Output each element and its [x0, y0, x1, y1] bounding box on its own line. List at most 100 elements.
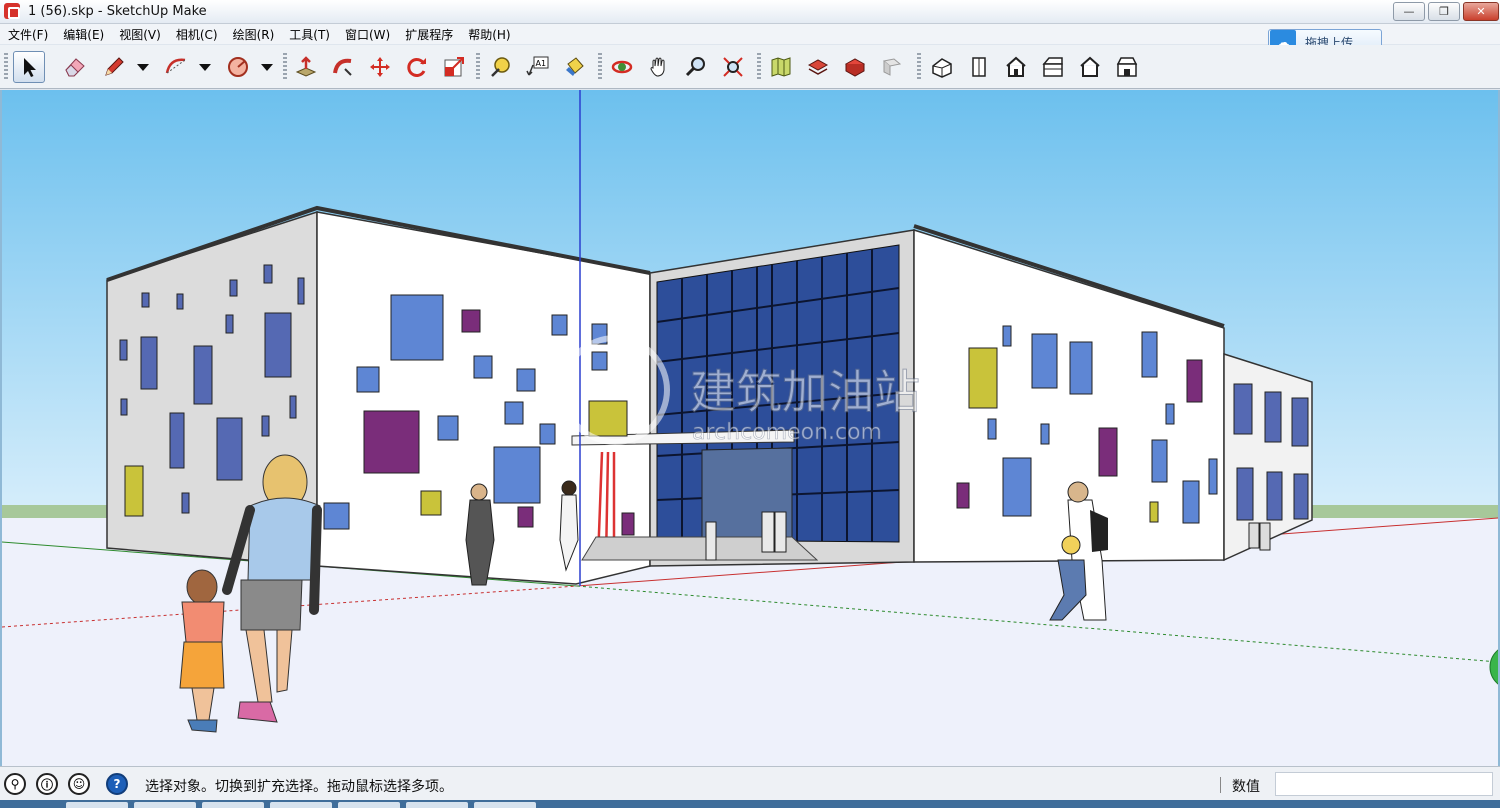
move-arrows-icon	[370, 57, 390, 77]
zoom-extents-icon	[723, 57, 743, 77]
status-bar: ⚲ ⓘ ☺ ? 选择对象。切换到扩充选择。拖动鼠标选择多项。 数值	[0, 766, 1500, 800]
measurements-label: 数值	[1232, 779, 1260, 795]
push-pull-icon	[295, 56, 317, 77]
extension-warehouse-button[interactable]	[839, 51, 871, 83]
toolbar-grip[interactable]	[476, 53, 480, 81]
menu-draw[interactable]: 绘图(R)	[233, 26, 275, 43]
maximize-button[interactable]: ❐	[1428, 2, 1460, 21]
magnifier-icon	[685, 57, 705, 77]
scale-icon	[444, 57, 464, 77]
tape-measure-tool-button[interactable]	[484, 51, 516, 83]
iso-view-button[interactable]	[926, 51, 958, 83]
taskbar-button[interactable]	[474, 802, 536, 808]
user-account-icon[interactable]: ☺	[68, 773, 90, 795]
scene-canvas[interactable]: 建筑加油站 archcomeon.com	[2, 90, 1498, 766]
warehouse-map-icon	[771, 57, 791, 77]
rotate-icon	[407, 58, 426, 77]
sketchup-app-icon	[4, 3, 20, 19]
toolbar-grip[interactable]	[4, 53, 8, 81]
follow-me-tool-button[interactable]	[327, 51, 359, 83]
line-tool-button[interactable]	[98, 51, 130, 83]
toolbar-grip[interactable]	[283, 53, 287, 81]
menu-tools[interactable]: 工具(T)	[289, 26, 330, 43]
help-icon[interactable]: ?	[106, 773, 128, 795]
paint-bucket-tool-button[interactable]	[559, 51, 591, 83]
toolbar-grip[interactable]	[757, 53, 761, 81]
select-tool-button[interactable]	[13, 51, 45, 83]
front-house-icon	[1006, 56, 1026, 77]
orbit-icon	[611, 60, 633, 74]
minimize-button[interactable]: —	[1393, 2, 1425, 21]
model-viewport[interactable]: 建筑加油站 archcomeon.com	[0, 90, 1500, 766]
pan-tool-button[interactable]	[643, 51, 675, 83]
taskbar-button[interactable]	[338, 802, 400, 808]
hand-pan-icon	[650, 57, 665, 77]
back-view-button[interactable]	[1074, 51, 1106, 83]
zoom-tool-button[interactable]	[680, 51, 712, 83]
iso-house-icon	[932, 58, 952, 78]
eraser-tool-button[interactable]	[59, 51, 91, 83]
zoom-extents-tool-button[interactable]	[717, 51, 749, 83]
os-taskbar	[0, 800, 1500, 808]
rotate-tool-button[interactable]	[401, 51, 433, 83]
move-tool-button[interactable]	[364, 51, 396, 83]
text-label-icon: A1	[526, 56, 549, 76]
menu-camera[interactable]: 相机(C)	[176, 26, 218, 43]
geolocation-icon[interactable]: ⚲	[4, 773, 26, 795]
taskbar-button[interactable]	[134, 802, 196, 808]
share-model-icon	[807, 59, 829, 75]
arc-tool-dropdown[interactable]	[198, 59, 212, 75]
front-view-button[interactable]	[1000, 51, 1032, 83]
eraser-icon	[65, 58, 85, 77]
orbit-tool-button[interactable]	[606, 51, 638, 83]
arc-tool-button[interactable]	[160, 51, 192, 83]
paint-bucket-icon	[566, 57, 584, 76]
taskbar-button[interactable]	[202, 802, 264, 808]
right-house-icon	[1042, 57, 1063, 77]
arrow-cursor-icon	[24, 58, 36, 77]
follow-me-icon	[333, 58, 352, 76]
toolbar-grip[interactable]	[917, 53, 921, 81]
menu-help[interactable]: 帮助(H)	[468, 26, 510, 43]
close-button[interactable]: ✕	[1463, 2, 1499, 21]
arc-icon	[165, 58, 186, 74]
watermark-sub: archcomeon.com	[692, 420, 882, 445]
status-divider	[1220, 777, 1221, 793]
watermark-main: 建筑加油站	[690, 365, 920, 419]
title-bar: 1 (56).skp - SketchUp Make — ❐ ✕	[0, 0, 1500, 24]
taskbar-button[interactable]	[66, 802, 128, 808]
measurements-input[interactable]	[1275, 772, 1493, 796]
toolbar-grip[interactable]	[598, 53, 602, 81]
layout-icon	[882, 58, 902, 76]
send-to-layout-button[interactable]	[876, 51, 908, 83]
pencil-icon	[105, 57, 124, 76]
status-message: 选择对象。切换到扩充选择。拖动鼠标选择多项。	[145, 779, 453, 795]
menu-window[interactable]: 窗口(W)	[345, 26, 390, 43]
top-view-icon	[972, 57, 986, 77]
menu-file[interactable]: 文件(F)	[8, 26, 48, 43]
credits-info-icon[interactable]: ⓘ	[36, 773, 58, 795]
3d-warehouse-button[interactable]	[765, 51, 797, 83]
menu-view[interactable]: 视图(V)	[119, 26, 161, 43]
shape-tool-button[interactable]	[222, 51, 254, 83]
window-title: 1 (56).skp - SketchUp Make	[28, 4, 207, 19]
shape-tool-dropdown[interactable]	[260, 59, 274, 75]
push-pull-tool-button[interactable]	[290, 51, 322, 83]
taskbar-button[interactable]	[270, 802, 332, 808]
back-house-icon	[1080, 56, 1100, 77]
extension-box-icon	[844, 58, 866, 77]
right-view-button[interactable]	[1037, 51, 1069, 83]
left-house-icon	[1116, 57, 1138, 77]
taskbar-button[interactable]	[406, 802, 468, 808]
main-toolbar: A1	[0, 45, 1500, 89]
menu-edit[interactable]: 编辑(E)	[63, 26, 104, 43]
top-view-button[interactable]	[963, 51, 995, 83]
text-tool-button[interactable]: A1	[521, 51, 553, 83]
menu-extensions[interactable]: 扩展程序	[405, 26, 453, 43]
scale-tool-button[interactable]	[438, 51, 470, 83]
share-model-button[interactable]	[802, 51, 834, 83]
line-tool-dropdown[interactable]	[136, 59, 150, 75]
left-view-button[interactable]	[1111, 51, 1143, 83]
circle-shape-icon	[228, 57, 248, 77]
text-tool-label: A1	[536, 59, 547, 68]
